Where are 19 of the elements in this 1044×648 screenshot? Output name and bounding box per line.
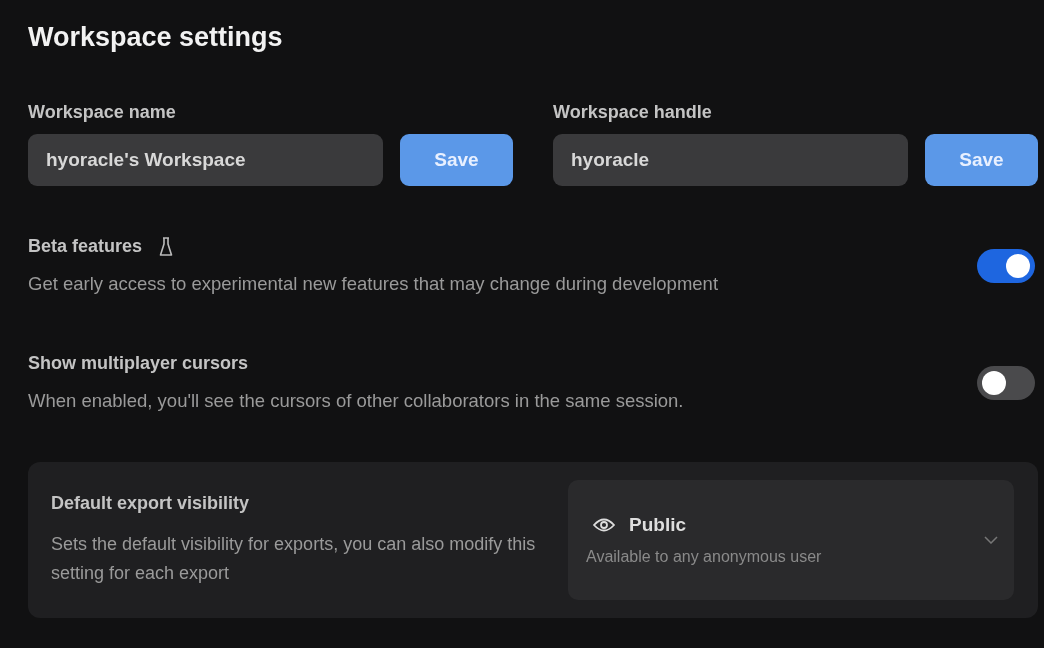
eye-icon: [593, 518, 615, 532]
setting-description: Get early access to experimental new features that may change during development: [28, 273, 719, 295]
toggle-switch[interactable]: [977, 248, 1035, 283]
dropdown-value: Public: [629, 514, 686, 536]
page-title: Workspace settings: [28, 22, 284, 54]
setting-title: Default export visibility: [51, 492, 251, 514]
setting-title: Beta features: [28, 236, 143, 257]
input-field[interactable]: hyoracle's Workspace: [28, 134, 383, 186]
toggle-switch[interactable]: [977, 365, 1035, 400]
chevron-down-icon: [984, 536, 998, 544]
dropdown-description: Available to any anonymous user: [586, 548, 822, 566]
input-field[interactable]: hyoracle: [553, 134, 908, 186]
visibility-dropdown[interactable]: Public Available to any anonymous user: [568, 480, 1014, 600]
setting-title: Show multiplayer cursors: [28, 353, 249, 374]
flask-icon: [159, 236, 174, 257]
setting-description: Sets the default visibility for exports, you can also modify this setting for each export: [51, 532, 537, 585]
field-label: Workspace handle: [553, 102, 713, 123]
setting-description: When enabled, you'll see the cursors of other collaborators in the same session.: [28, 390, 684, 412]
field-label: Workspace name: [28, 102, 177, 123]
